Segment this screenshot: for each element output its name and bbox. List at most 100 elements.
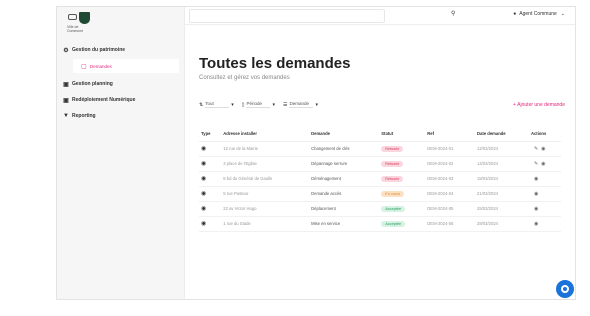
status-cell: Acceptée xyxy=(379,216,426,232)
sidebar-item-redeploiement[interactable]: ▣ Redéploiement Numérique xyxy=(57,93,185,107)
table-row[interactable]: ◉ 3 place de l'Eglise Dépannage serrure Ref… xyxy=(199,156,561,172)
sidebar-item-demandes[interactable]: ▢ Demandes xyxy=(73,59,179,73)
chevron-down-icon: ▾ xyxy=(272,101,275,108)
date-cell: 18/03/2024 xyxy=(475,171,529,187)
status-badge: En cours xyxy=(381,190,405,197)
status-badge: Acceptée xyxy=(381,205,406,212)
table-header-row: Type Adresse installer Demande Statut Re… xyxy=(199,127,561,142)
table-row[interactable]: ◉ 1 rue du Stade Mise en service Acceptée DE… xyxy=(199,216,561,232)
add-request-button[interactable]: + Ajouter une demande xyxy=(513,102,565,108)
search-icon[interactable]: ⚲ xyxy=(451,10,455,17)
sidebar-nav: ⚙ Gestion du patrimoine ▢ Demandes ▣ Ges… xyxy=(57,43,185,125)
date-cell: 12/03/2024 xyxy=(475,141,529,157)
main-content: Toutes les demandes Consultez et gérez v… xyxy=(185,25,575,299)
type-icon: ◉ xyxy=(199,156,222,172)
chevron-down-icon: ▾ xyxy=(231,101,234,108)
search-input[interactable] xyxy=(189,9,385,23)
calendar-icon: ▣ xyxy=(63,97,69,104)
page-title: Toutes les demandes xyxy=(199,55,351,72)
table-row[interactable]: ◉ 8 bd du Général de Gaulle Déménagement Re… xyxy=(199,171,561,187)
filter-demande[interactable]: ☰ Demande ▾ xyxy=(283,101,318,108)
type-icon: ◉ xyxy=(199,141,222,157)
column-header[interactable]: Demande xyxy=(309,127,380,142)
eye-icon[interactable]: ◉ xyxy=(541,161,545,167)
filter-tout[interactable]: ⇅ Tout ▾ xyxy=(199,101,234,108)
eye-icon[interactable]: ◉ xyxy=(534,176,538,182)
ref-cell: DEM-2024-06 xyxy=(425,216,476,232)
logo-mark xyxy=(68,14,77,20)
request-cell: Dépannage serrure xyxy=(309,156,380,172)
chevron-down-icon: ▾ xyxy=(315,101,318,108)
column-header: Actions xyxy=(528,127,561,142)
column-header[interactable]: Ref xyxy=(425,127,476,142)
ref-cell: DEM-2024-05 xyxy=(425,201,476,217)
sidebar-item-label: Gestion planning xyxy=(72,81,113,87)
request-cell: Déplacement xyxy=(309,201,380,217)
type-icon: ◉ xyxy=(199,201,222,217)
request-cell: Demande accès xyxy=(309,186,380,202)
status-cell: Refusée xyxy=(379,171,426,187)
eye-icon[interactable]: ◉ xyxy=(541,146,545,152)
eye-icon[interactable]: ◉ xyxy=(534,206,538,212)
status-cell: Refusée xyxy=(379,156,426,172)
chart-icon: ▼ xyxy=(63,113,69,119)
column-header[interactable]: Type xyxy=(199,127,222,142)
status-cell: Acceptée xyxy=(379,201,426,217)
actions-cell: ◉ xyxy=(528,186,561,202)
eye-icon[interactable]: ◉ xyxy=(534,221,538,227)
logo-text: Ville de Commune xyxy=(67,25,84,33)
actions-cell: ◉ xyxy=(528,171,561,187)
actions-cell: ◉ xyxy=(528,216,561,232)
ref-cell: DEM-2024-01 xyxy=(425,141,476,157)
table-row[interactable]: ◉ 22 av Victor Hugo Déplacement Acceptée DEM… xyxy=(199,201,561,217)
sidebar-item-label: Demandes xyxy=(90,63,112,69)
status-badge: Refusée xyxy=(381,145,404,152)
topbar: ⚲ ● Agent Commune ⌄ xyxy=(185,7,575,25)
status-cell: Refusée xyxy=(379,141,426,157)
table-row[interactable]: ◉ 12 rue de la Mairie Changement de clés Re… xyxy=(199,141,561,157)
shield-icon xyxy=(79,12,90,24)
user-menu[interactable]: ● Agent Commune ⌄ xyxy=(513,11,565,17)
chevron-down-icon: ⌄ xyxy=(560,11,565,17)
actions-cell: ✎ ◉ xyxy=(528,156,561,172)
logo: Ville de Commune xyxy=(65,11,93,33)
type-icon: ◉ xyxy=(199,216,222,232)
sidebar-item-label: Redéploiement Numérique xyxy=(72,97,136,103)
app-window: Ville de Commune ⚙ Gestion du patrimoine… xyxy=(56,6,576,300)
status-badge: Acceptée xyxy=(381,220,406,227)
ref-cell: DEM-2024-03 xyxy=(425,171,476,187)
list-icon: ☰ xyxy=(283,101,288,108)
gear-icon: ⚙ xyxy=(63,47,69,54)
table-row[interactable]: ◉ 5 rue Pasteur Demande accès En cours DEM-2… xyxy=(199,186,561,202)
column-header[interactable]: Statut xyxy=(379,127,426,142)
date-cell: 14/03/2024 xyxy=(475,156,529,172)
sidebar-item-planning[interactable]: ▣ Gestion planning xyxy=(57,77,185,91)
user-name: Agent Commune xyxy=(519,11,557,17)
ref-cell: DEM-2024-02 xyxy=(425,156,476,172)
status-cell: En cours xyxy=(379,186,426,202)
address-cell: 5 rue Pasteur xyxy=(221,186,310,202)
address-cell: 8 bd du Général de Gaulle xyxy=(221,171,310,187)
chat-button[interactable] xyxy=(556,280,574,298)
calendar-icon: ▢ xyxy=(81,63,87,70)
sidebar-item-label: Reporting xyxy=(72,113,96,119)
column-header[interactable]: Date demande xyxy=(475,127,529,142)
ref-cell: DEM-2024-04 xyxy=(425,186,476,202)
request-cell: Changement de clés xyxy=(309,141,380,157)
request-cell: Déménagement xyxy=(309,171,380,187)
date-cell: 21/03/2024 xyxy=(475,186,529,202)
eye-icon[interactable]: ◉ xyxy=(534,191,538,197)
filter-label: Période xyxy=(246,101,271,108)
edit-icon[interactable]: ✎ xyxy=(534,146,538,152)
sidebar-item-patrimoine[interactable]: ⚙ Gestion du patrimoine xyxy=(57,43,185,57)
page-subtitle: Consultez et gérez vos demandes xyxy=(199,75,290,81)
edit-icon[interactable]: ✎ xyxy=(534,161,538,167)
requests-table: Type Adresse installer Demande Statut Re… xyxy=(199,127,561,232)
date-cell: 25/03/2024 xyxy=(475,201,529,217)
address-cell: 3 place de l'Eglise xyxy=(221,156,310,172)
sidebar-item-reporting[interactable]: ▼ Reporting xyxy=(57,109,185,123)
column-header[interactable]: Adresse installer xyxy=(221,127,310,142)
address-cell: 22 av Victor Hugo xyxy=(221,201,310,217)
filter-periode[interactable]: ▯ Période ▾ xyxy=(242,101,275,108)
actions-cell: ✎ ◉ xyxy=(528,141,561,157)
